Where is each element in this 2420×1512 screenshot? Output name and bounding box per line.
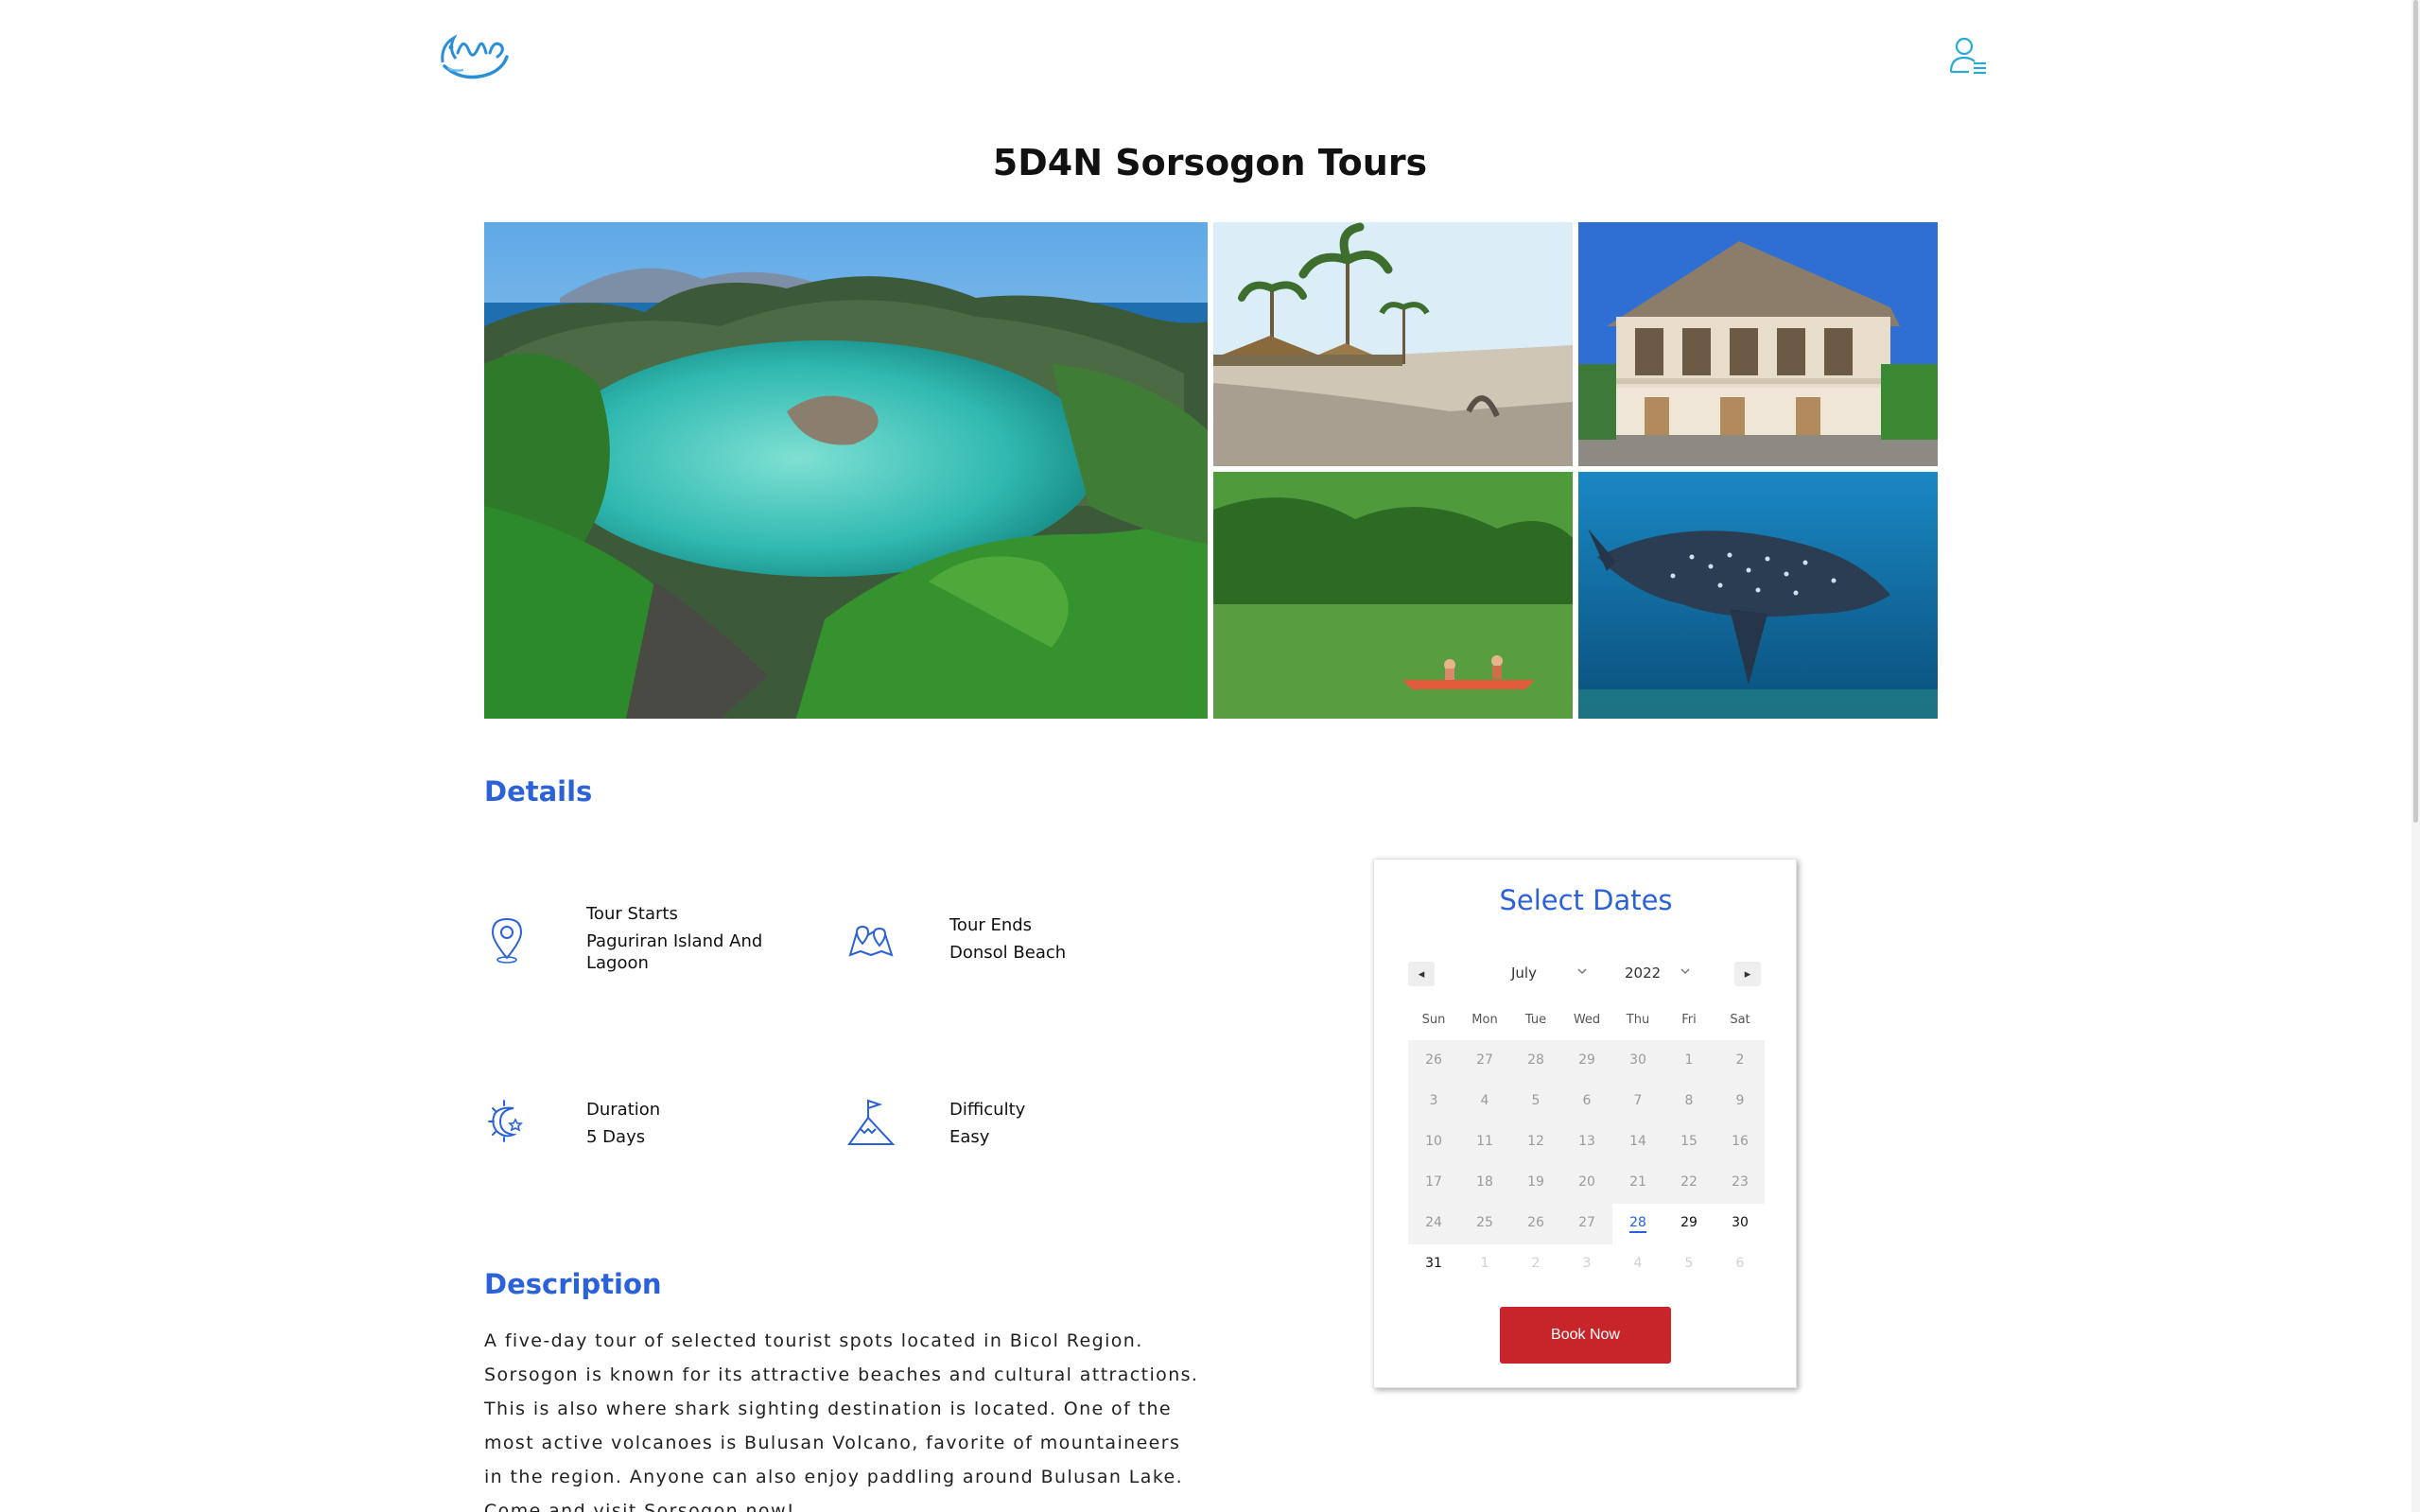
map-pins-icon xyxy=(847,919,895,970)
calendar-day: 29 xyxy=(1578,1052,1595,1068)
kayak-river-photo[interactable] xyxy=(1213,472,1573,719)
tour-starts-value-line1: Paguriran Island And xyxy=(586,931,763,951)
calendar-day: 9 xyxy=(1735,1093,1745,1108)
calendar-day: 20 xyxy=(1578,1174,1595,1190)
calendar-day: 7 xyxy=(1633,1093,1643,1108)
difficulty-value: Easy xyxy=(949,1127,990,1147)
calendar-day: 14 xyxy=(1629,1134,1646,1149)
calendar-day: 16 xyxy=(1732,1134,1749,1149)
calendar-day: 5 xyxy=(1684,1256,1694,1271)
weekday-header: Fri xyxy=(1681,1013,1697,1027)
calendar-day: 21 xyxy=(1629,1174,1646,1190)
tour-starts-label: Tour Starts xyxy=(586,904,678,924)
heritage-house-photo[interactable] xyxy=(1578,222,1938,466)
calendar-day: 28 xyxy=(1527,1052,1544,1068)
location-pin-icon xyxy=(485,914,529,965)
calendar-day: 30 xyxy=(1629,1052,1646,1068)
beach-photo[interactable] xyxy=(1213,222,1573,466)
calendar-day: 27 xyxy=(1578,1215,1595,1230)
scrollbar-thumb[interactable] xyxy=(2413,0,2418,823)
calendar-day: 3 xyxy=(1429,1093,1438,1108)
lagoon-photo[interactable] xyxy=(484,222,1208,719)
weekday-header: Tue xyxy=(1524,1013,1547,1027)
calendar-day[interactable]: 30 xyxy=(1715,1203,1766,1243)
weekday-header: Thu xyxy=(1626,1013,1650,1027)
difficulty-label: Difficulty xyxy=(949,1100,1026,1120)
calendar-day: 2 xyxy=(1735,1052,1745,1068)
user-menu-icon[interactable] xyxy=(1948,34,1990,76)
select-dates-heading: Select Dates xyxy=(1499,884,1673,916)
next-month-button[interactable]: ▸ xyxy=(1734,962,1761,986)
page-title: 5D4N Sorsogon Tours xyxy=(992,142,1428,183)
calendar-day[interactable]: 28 xyxy=(1612,1203,1663,1243)
calendar-day: 8 xyxy=(1684,1093,1694,1108)
description-heading: Description xyxy=(484,1268,662,1300)
calendar-day[interactable]: 29 xyxy=(1663,1203,1715,1243)
weekday-header: Wed xyxy=(1573,1013,1601,1027)
calendar-day: 15 xyxy=(1680,1134,1697,1149)
calendar-day: 6 xyxy=(1735,1256,1745,1271)
site-logo[interactable] xyxy=(435,25,513,85)
description-text: A five-day tour of selected tourist spot… xyxy=(484,1330,1199,1512)
tour-ends-value: Donsol Beach xyxy=(949,943,1067,963)
prev-month-button[interactable]: ◂ xyxy=(1408,962,1435,986)
book-now-button[interactable]: Book Now xyxy=(1500,1307,1671,1364)
calendar-day: 17 xyxy=(1425,1174,1442,1190)
calendar-day: 4 xyxy=(1633,1256,1643,1271)
month-select[interactable]: July xyxy=(1511,965,1537,982)
weekday-header: Sun xyxy=(1421,1013,1446,1027)
calendar-day: 5 xyxy=(1531,1093,1541,1108)
calendar-day: 6 xyxy=(1582,1093,1592,1108)
chevron-down-icon[interactable] xyxy=(1576,965,1588,977)
calendar-day: 27 xyxy=(1476,1052,1493,1068)
weekday-header: Sat xyxy=(1730,1013,1750,1027)
calendar-day: 1 xyxy=(1480,1256,1489,1271)
calendar-day: 18 xyxy=(1476,1174,1493,1190)
calendar-day: 1 xyxy=(1684,1052,1694,1068)
chevron-down-icon[interactable] xyxy=(1680,965,1691,977)
calendar-day: 4 xyxy=(1480,1093,1489,1108)
whale-shark-photo[interactable] xyxy=(1578,472,1938,719)
tour-ends-label: Tour Ends xyxy=(949,915,1033,935)
mountain-flag-icon xyxy=(847,1097,896,1148)
calendar-day: 2 xyxy=(1531,1256,1541,1271)
calendar-day: 23 xyxy=(1732,1174,1749,1190)
sun-moon-icon xyxy=(485,1099,529,1150)
calendar-day: 26 xyxy=(1425,1052,1442,1068)
duration-value: 5 Days xyxy=(586,1127,646,1147)
calendar-day: 13 xyxy=(1578,1134,1595,1149)
year-select[interactable]: 2022 xyxy=(1625,965,1661,982)
weekday-header: Mon xyxy=(1471,1013,1498,1027)
calendar-day: 11 xyxy=(1476,1134,1493,1149)
tour-starts-value-line2: Lagoon xyxy=(586,953,649,973)
calendar-day: 24 xyxy=(1425,1215,1442,1230)
selected-day-label: 28 xyxy=(1629,1215,1646,1233)
calendar-day: 26 xyxy=(1527,1215,1544,1230)
calendar-day: 19 xyxy=(1527,1174,1544,1190)
calendar-day: 10 xyxy=(1425,1134,1442,1149)
booking-panel: Select Dates ◂ July 2022 ▸ Sun Mon Tue W… xyxy=(1373,859,1797,1388)
calendar-day: 22 xyxy=(1680,1174,1697,1190)
calendar-day[interactable]: 31 xyxy=(1408,1243,1459,1284)
duration-label: Duration xyxy=(586,1100,661,1120)
calendar-day: 3 xyxy=(1582,1256,1592,1271)
calendar-day: 12 xyxy=(1527,1134,1544,1149)
calendar-day: 25 xyxy=(1476,1215,1493,1230)
details-heading: Details xyxy=(484,775,593,808)
